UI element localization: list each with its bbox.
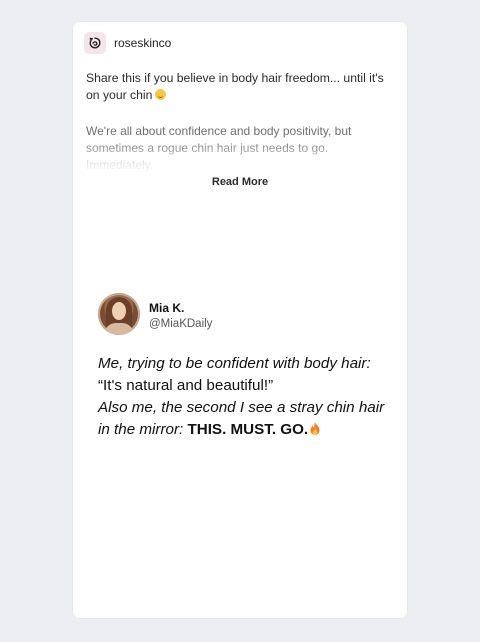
rose-icon[interactable]: [84, 32, 106, 54]
tweet-author-name: Mia K.: [149, 301, 185, 315]
brand-name[interactable]: roseskinco: [114, 36, 171, 50]
grimace-smile-emoji-icon: [155, 89, 167, 100]
avatar-shirt: [104, 323, 134, 335]
tweet-line1-quote: “It's natural and beautiful!”: [98, 377, 274, 394]
avatar: [98, 293, 140, 335]
caption-text: Share this if you believe in body hair f…: [86, 71, 384, 102]
fire-emoji-icon: [310, 422, 320, 435]
text-fade-overlay: [73, 140, 407, 176]
tweet-line2-caps: THIS. MUST. GO.: [187, 421, 309, 438]
tweet-author-handle: @MiaKDaily: [149, 318, 213, 330]
post-caption: Share this if you believe in body hair f…: [86, 70, 398, 104]
avatar-face: [112, 302, 126, 320]
tweet-line1-italic: Me, trying to be confident with body hai…: [98, 355, 371, 372]
tweet-text: Me, trying to be confident with body hai…: [98, 353, 398, 441]
page: roseskinco Share this if you believe in …: [0, 0, 480, 642]
post-header[interactable]: roseskinco: [84, 32, 171, 54]
read-more-button[interactable]: Read More: [73, 176, 407, 188]
post-card: roseskinco Share this if you believe in …: [73, 22, 407, 618]
